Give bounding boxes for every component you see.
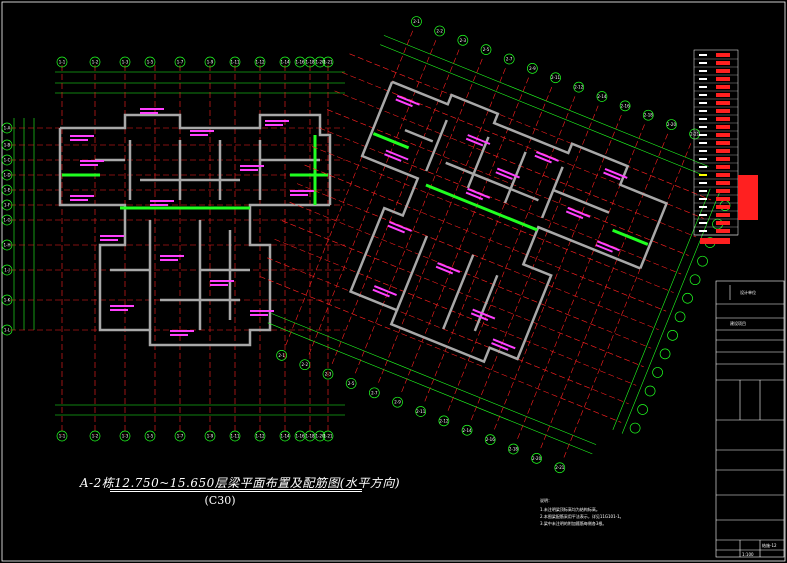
level-table (693, 49, 758, 244)
axis-label: 1-18 (305, 434, 315, 439)
axis-label: 1-2 (92, 434, 99, 439)
svg-text:2-12: 2-12 (574, 85, 584, 90)
axis-label: 1-12 (255, 60, 265, 65)
svg-text:1-F: 1-F (4, 203, 11, 208)
axis-label: 1-3 (122, 434, 129, 439)
svg-text:2-3: 2-3 (325, 372, 332, 377)
svg-text:1-B: 1-B (4, 143, 11, 148)
svg-text:1-K: 1-K (4, 298, 11, 303)
svg-text:2-21: 2-21 (690, 131, 700, 136)
svg-text:2-1: 2-1 (413, 19, 420, 24)
svg-text:2-5: 2-5 (348, 381, 355, 386)
axis-label: 1-16 (295, 434, 305, 439)
note-line-3: 3.梁中未注明的附加箍筋每侧各3根。 (540, 521, 607, 526)
svg-text:1-A: 1-A (4, 126, 11, 131)
left-floor-plan (10, 65, 345, 435)
svg-text:2-16: 2-16 (621, 103, 631, 108)
svg-text:1-H: 1-H (4, 243, 11, 248)
right-floor-plan (259, 30, 720, 459)
svg-text:2-1: 2-1 (278, 353, 285, 358)
svg-text:2-7: 2-7 (506, 57, 513, 62)
axis-label: 1-1 (59, 60, 66, 65)
svg-text:2-20: 2-20 (667, 122, 677, 127)
title-block-project: 建设项目 (730, 321, 746, 326)
axis-label: 1-5 (147, 60, 154, 65)
svg-text:1-D: 1-D (3, 173, 10, 178)
title-block-company: 设计单位 (740, 290, 756, 295)
title-block (715, 280, 785, 558)
axis-label: 1-7 (177, 60, 184, 65)
axis-label: 1-21 (323, 434, 333, 439)
svg-text:2-21: 2-21 (555, 465, 565, 470)
note-line-2: 2.本图梁配筋采用平法表示，详见11G101-1。 (540, 514, 624, 519)
axis-label: 1-5 (147, 434, 154, 439)
axis-label: 1-7 (177, 434, 184, 439)
svg-text:2-11: 2-11 (416, 409, 426, 414)
svg-text:1-J: 1-J (4, 268, 9, 273)
svg-text:1-E: 1-E (4, 188, 11, 193)
svg-text:2-14: 2-14 (463, 428, 473, 433)
title-block-drawing-no: 结施-12 (762, 543, 777, 548)
axis-label: 1-21 (323, 60, 333, 65)
note-line-1: 1.未注明梁顶标高均为结构标高。 (540, 507, 600, 512)
title-block-scale: 1:100 (742, 552, 754, 557)
axis-label: 1-11 (230, 434, 240, 439)
axis-label: 1-18 (305, 60, 315, 65)
svg-text:2-2: 2-2 (436, 28, 443, 33)
drawing-subtitle: (C30) (204, 494, 236, 507)
svg-text:2-9: 2-9 (529, 66, 536, 71)
svg-text:2-18: 2-18 (644, 113, 654, 118)
title-underline (110, 489, 362, 490)
svg-text:2-3: 2-3 (460, 38, 467, 43)
svg-text:2-7: 2-7 (371, 390, 378, 395)
axis-label: 1-11 (230, 60, 240, 65)
svg-text:2-5: 2-5 (483, 47, 490, 52)
notes-header: 说明： (540, 498, 552, 503)
axis-label: 1-14 (280, 434, 290, 439)
svg-text:1-L: 1-L (4, 328, 11, 333)
svg-text:2-20: 2-20 (532, 456, 542, 461)
svg-text:2-18: 2-18 (509, 446, 519, 451)
axis-label: 1-16 (295, 60, 305, 65)
svg-text:2-16: 2-16 (486, 437, 496, 442)
axis-label: 1-3 (122, 60, 129, 65)
axis-label: 1-12 (255, 434, 265, 439)
axis-label: 1-9 (207, 60, 214, 65)
axis-label: 1-2 (92, 60, 99, 65)
title-underline-2 (110, 491, 362, 492)
notes-block: 说明： 1.未注明梁顶标高均为结构标高。 2.本图梁配筋采用平法表示，详见11G… (540, 497, 720, 527)
svg-text:2-2: 2-2 (302, 362, 309, 367)
svg-text:2-12: 2-12 (439, 418, 449, 423)
svg-text:1-G: 1-G (3, 218, 10, 223)
svg-text:2-9: 2-9 (394, 400, 401, 405)
svg-text:1-C: 1-C (4, 158, 11, 163)
svg-text:2-11: 2-11 (551, 75, 561, 80)
axis-label: 1-14 (280, 60, 290, 65)
svg-text:2-14: 2-14 (597, 94, 607, 99)
axis-label: 1-9 (207, 434, 214, 439)
axis-label: 1-1 (59, 434, 66, 439)
